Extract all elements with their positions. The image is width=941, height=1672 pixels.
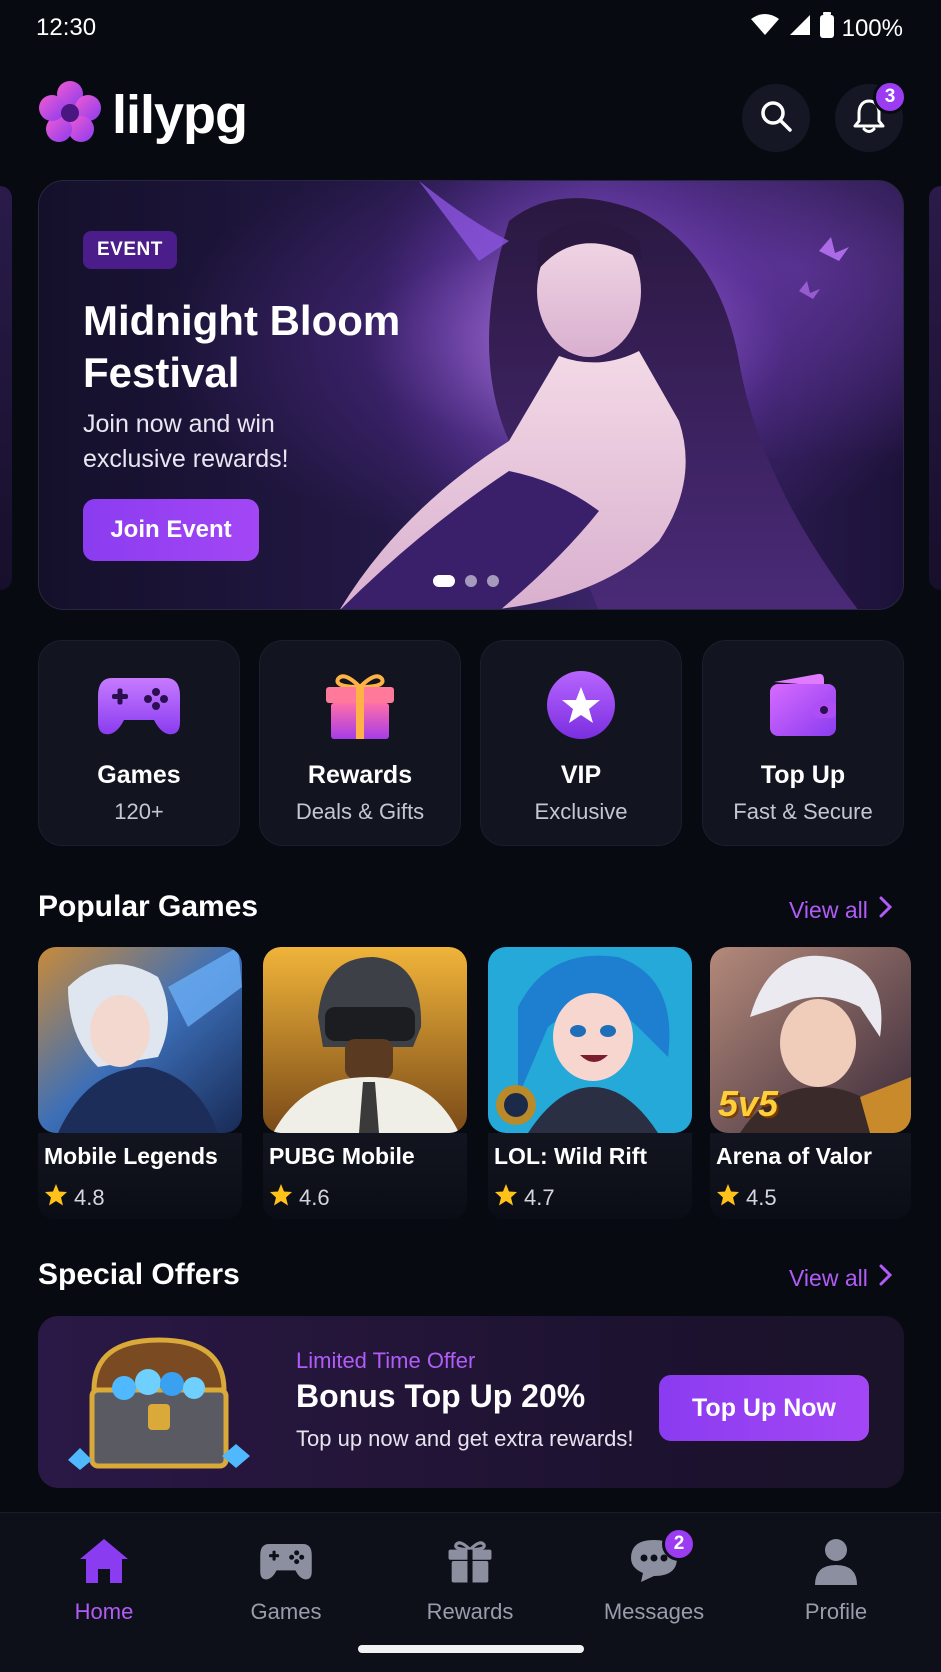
rating-value: 4.7 xyxy=(524,1185,555,1210)
chevron-right-icon xyxy=(878,896,892,924)
category-games[interactable]: Games 120+ xyxy=(38,640,240,846)
home-icon xyxy=(24,1533,184,1589)
star-badge-icon xyxy=(481,667,681,743)
nav-label: Games xyxy=(250,1599,322,1624)
chevron-right-icon xyxy=(878,1264,892,1292)
gift-icon xyxy=(390,1533,550,1589)
nav-label: Profile xyxy=(804,1599,868,1624)
special-offer-card[interactable]: Limited Time Offer Bonus Top Up 20% Top … xyxy=(38,1316,904,1488)
view-all-label: View all xyxy=(789,896,868,923)
status-icons: 100% xyxy=(750,12,903,45)
game-rating: 4.6 xyxy=(269,1183,330,1213)
nav-label: Home xyxy=(74,1599,134,1624)
game-card-pubg-mobile[interactable]: PUBG Mobile 4.6 xyxy=(263,947,467,1219)
category-subtitle: 120+ xyxy=(114,799,164,824)
nav-home[interactable]: Home xyxy=(24,1533,184,1625)
star-icon xyxy=(494,1183,518,1213)
game-thumbnail xyxy=(263,947,467,1133)
nav-profile[interactable]: Profile xyxy=(756,1533,916,1625)
nav-messages[interactable]: 2 Messages xyxy=(574,1527,734,1625)
game-card-lol-wild-rift[interactable]: LOL: Wild Rift 4.7 xyxy=(488,947,692,1219)
rating-value: 4.5 xyxy=(746,1185,777,1210)
offer-description: Top up now and get extra rewards! xyxy=(296,1426,634,1451)
game-rating: 4.5 xyxy=(716,1183,777,1213)
chat-icon: 2 xyxy=(574,1527,734,1589)
game-name: PUBG Mobile xyxy=(269,1143,415,1169)
category-title: Rewards xyxy=(307,761,413,789)
category-subtitle: Fast & Secure xyxy=(733,799,873,824)
offer-headline: Bonus Top Up 20% xyxy=(296,1378,586,1414)
star-icon xyxy=(269,1183,293,1213)
battery-icon xyxy=(819,12,834,45)
battery-level: 100% xyxy=(841,14,903,42)
carousel-dot[interactable] xyxy=(465,575,477,587)
carousel-dot[interactable] xyxy=(487,575,499,587)
top-up-now-button[interactable]: Top Up Now xyxy=(659,1375,869,1441)
banner-subtitle: Join now and win exclusive rewards! xyxy=(83,410,289,473)
rating-value: 4.8 xyxy=(74,1185,105,1210)
category-title: VIP xyxy=(560,761,602,789)
category-top-up[interactable]: Top Up Fast & Secure xyxy=(702,640,904,846)
app-name: lilypg xyxy=(112,84,248,145)
game-rating: 4.8 xyxy=(44,1183,105,1213)
nav-label: Rewards xyxy=(426,1599,514,1624)
nav-rewards[interactable]: Rewards xyxy=(390,1533,550,1625)
game-card-arena-of-valor[interactable]: 5v5 Arena of Valor 4.5 xyxy=(710,947,911,1219)
view-all-label: View all xyxy=(789,1264,868,1291)
category-rewards[interactable]: Rewards Deals & Gifts xyxy=(259,640,461,846)
popular-games-title: Popular Games xyxy=(38,890,259,923)
game-name: Arena of Valor xyxy=(716,1143,872,1169)
event-banner[interactable]: EVENT Midnight Bloom Festival Join now a… xyxy=(38,180,904,610)
nav-label: Messages xyxy=(603,1599,705,1624)
carousel-dots xyxy=(433,575,499,587)
home-indicator[interactable] xyxy=(358,1645,584,1653)
gamepad-icon xyxy=(39,667,239,743)
app-logo[interactable]: lilypg xyxy=(38,80,248,149)
game-art-label: 5v5 xyxy=(718,1083,779,1124)
messages-badge: 2 xyxy=(662,1527,696,1561)
status-time: 12:30 xyxy=(36,14,97,41)
nav-games[interactable]: Games xyxy=(206,1533,366,1625)
game-thumbnail xyxy=(488,947,692,1133)
event-tag: EVENT xyxy=(83,231,177,269)
star-icon xyxy=(716,1183,740,1213)
banner-title: Midnight Bloom Festival xyxy=(83,297,401,396)
profile-icon xyxy=(756,1533,916,1589)
game-rating: 4.7 xyxy=(494,1183,555,1213)
previous-banner-peek[interactable] xyxy=(0,186,12,590)
game-name: LOL: Wild Rift xyxy=(494,1143,648,1169)
next-banner-peek[interactable] xyxy=(929,186,941,590)
star-icon xyxy=(44,1183,68,1213)
category-vip[interactable]: VIP Exclusive xyxy=(480,640,682,846)
join-event-button[interactable]: Join Event xyxy=(83,499,259,561)
wifi-icon xyxy=(750,13,780,44)
signal-icon xyxy=(788,13,812,44)
category-subtitle: Exclusive xyxy=(534,799,628,824)
offers-view-all-link[interactable]: View all xyxy=(789,1264,892,1292)
notifications-button[interactable]: 3 xyxy=(835,80,907,152)
game-thumbnail: 5v5 xyxy=(710,947,911,1133)
wallet-icon xyxy=(703,667,903,743)
popular-view-all-link[interactable]: View all xyxy=(789,896,892,924)
category-subtitle: Deals & Gifts xyxy=(295,799,425,824)
rating-value: 4.6 xyxy=(299,1185,330,1210)
notification-badge: 3 xyxy=(873,80,907,114)
game-name: Mobile Legends xyxy=(44,1143,218,1169)
gamepad-icon xyxy=(206,1533,366,1589)
search-icon xyxy=(759,99,793,138)
gift-icon xyxy=(260,667,460,743)
category-title: Top Up xyxy=(760,761,846,789)
offer-tag: Limited Time Offer xyxy=(296,1348,476,1373)
category-title: Games xyxy=(97,761,181,789)
treasure-chest-icon xyxy=(64,1330,254,1481)
flower-logo-icon xyxy=(38,80,102,149)
game-thumbnail xyxy=(38,947,242,1133)
search-button[interactable] xyxy=(742,84,810,152)
special-offers-title: Special Offers xyxy=(38,1258,240,1291)
carousel-dot[interactable] xyxy=(433,575,455,587)
game-card-mobile-legends[interactable]: Mobile Legends 4.8 xyxy=(38,947,242,1219)
